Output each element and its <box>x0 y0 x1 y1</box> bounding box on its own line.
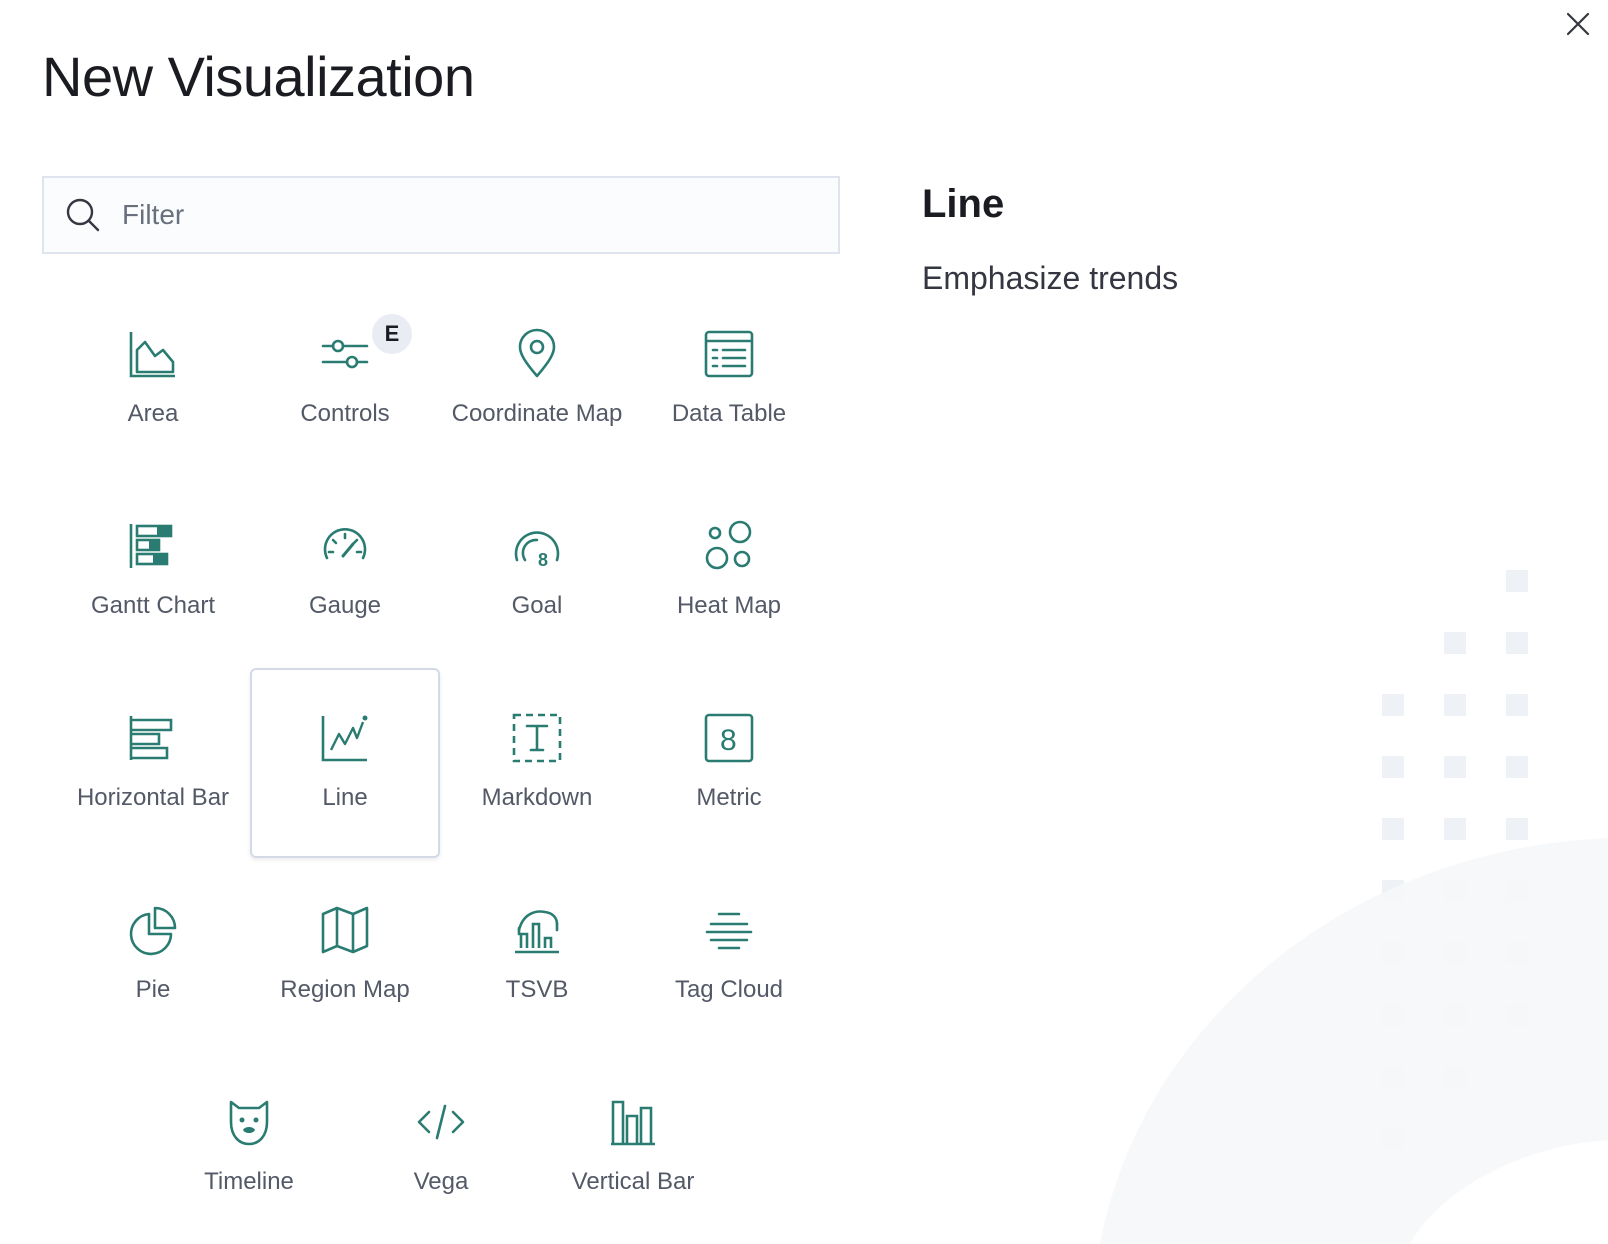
type-card-timeline[interactable]: Timeline <box>154 1052 344 1242</box>
pie-chart-icon <box>129 906 177 956</box>
type-label: Heat Map <box>676 592 782 619</box>
tag-cloud-icon <box>705 912 753 950</box>
goal-icon: 8 <box>514 531 560 570</box>
type-label: Markdown <box>481 784 593 811</box>
type-card-heat-map[interactable]: Heat Map <box>634 476 824 666</box>
type-label: Vertical Bar <box>571 1168 695 1195</box>
type-card-goal[interactable]: 8 Goal <box>442 476 632 666</box>
experimental-badge: E <box>372 314 412 354</box>
tsvb-icon <box>515 910 559 954</box>
line-chart-icon <box>321 715 368 762</box>
region-map-icon <box>321 906 369 954</box>
type-card-controls[interactable]: E Controls <box>250 284 440 474</box>
type-label: Timeline <box>204 1168 294 1195</box>
vertical-bar-icon <box>611 1100 655 1146</box>
type-card-area[interactable]: Area <box>58 284 248 474</box>
type-card-gauge[interactable]: Gauge <box>250 476 440 666</box>
type-card-tsvb[interactable]: TSVB <box>442 860 632 1050</box>
type-card-gantt-chart[interactable]: Gantt Chart <box>58 476 248 666</box>
gantt-icon <box>129 524 173 568</box>
type-card-data-table[interactable]: Data Table <box>634 284 824 474</box>
type-label: Gauge <box>308 592 382 619</box>
code-icon <box>417 1104 465 1140</box>
type-label: Coordinate Map <box>451 400 623 427</box>
type-label: TSVB <box>505 976 569 1003</box>
type-card-markdown[interactable]: Markdown <box>442 668 632 858</box>
map-pin-icon <box>518 328 556 378</box>
visualization-type-grid-last-row: Timeline Vega Vertical Bar <box>154 1052 730 1244</box>
horizontal-bar-icon <box>129 716 173 760</box>
type-card-horizontal-bar[interactable]: Horizontal Bar <box>58 668 248 858</box>
type-label: Horizontal Bar <box>76 784 230 811</box>
close-icon <box>1566 12 1590 36</box>
decorative-illustration <box>1100 570 1608 1244</box>
type-label: Metric <box>696 784 762 811</box>
type-label: Goal <box>511 592 563 619</box>
search-box[interactable] <box>42 176 840 254</box>
type-label: Data Table <box>671 400 787 427</box>
sliders-icon <box>321 339 369 369</box>
description-text: Emphasize trends <box>922 260 1179 296</box>
svg-text:8: 8 <box>538 550 548 570</box>
type-label: Pie <box>135 976 171 1003</box>
close-button[interactable] <box>1560 6 1596 42</box>
type-label: Vega <box>413 1168 469 1195</box>
search-input[interactable] <box>120 198 804 232</box>
type-card-tag-cloud[interactable]: Tag Cloud <box>634 860 824 1050</box>
type-card-vertical-bar[interactable]: Vertical Bar <box>538 1052 728 1242</box>
area-chart-icon <box>129 332 175 378</box>
description-title: Line <box>922 182 1005 226</box>
markdown-icon <box>512 713 562 763</box>
type-card-coordinate-map[interactable]: Coordinate Map <box>442 284 632 474</box>
type-card-vega[interactable]: Vega <box>346 1052 536 1242</box>
svg-text:8: 8 <box>720 724 737 757</box>
type-card-pie[interactable]: Pie <box>58 860 248 1050</box>
visualization-type-grid: Area E Controls Coordinate Map Data Tabl… <box>58 284 828 1052</box>
type-card-line[interactable]: Line <box>250 668 440 858</box>
type-label: Line <box>322 784 368 811</box>
search-icon <box>66 198 100 232</box>
type-label: Region Map <box>280 976 410 1003</box>
heatmap-icon <box>705 520 752 570</box>
metric-icon: 8 <box>704 713 754 763</box>
timeline-icon <box>229 1100 269 1146</box>
type-label: Tag Cloud <box>674 976 784 1003</box>
type-label: Area <box>127 400 179 427</box>
table-icon <box>704 330 754 378</box>
gauge-icon <box>323 527 367 560</box>
type-label: Controls <box>300 400 390 427</box>
type-label: Gantt Chart <box>90 592 216 619</box>
page-title: New Visualization <box>42 45 475 108</box>
type-card-metric[interactable]: 8 Metric <box>634 668 824 858</box>
type-card-region-map[interactable]: Region Map <box>250 860 440 1050</box>
